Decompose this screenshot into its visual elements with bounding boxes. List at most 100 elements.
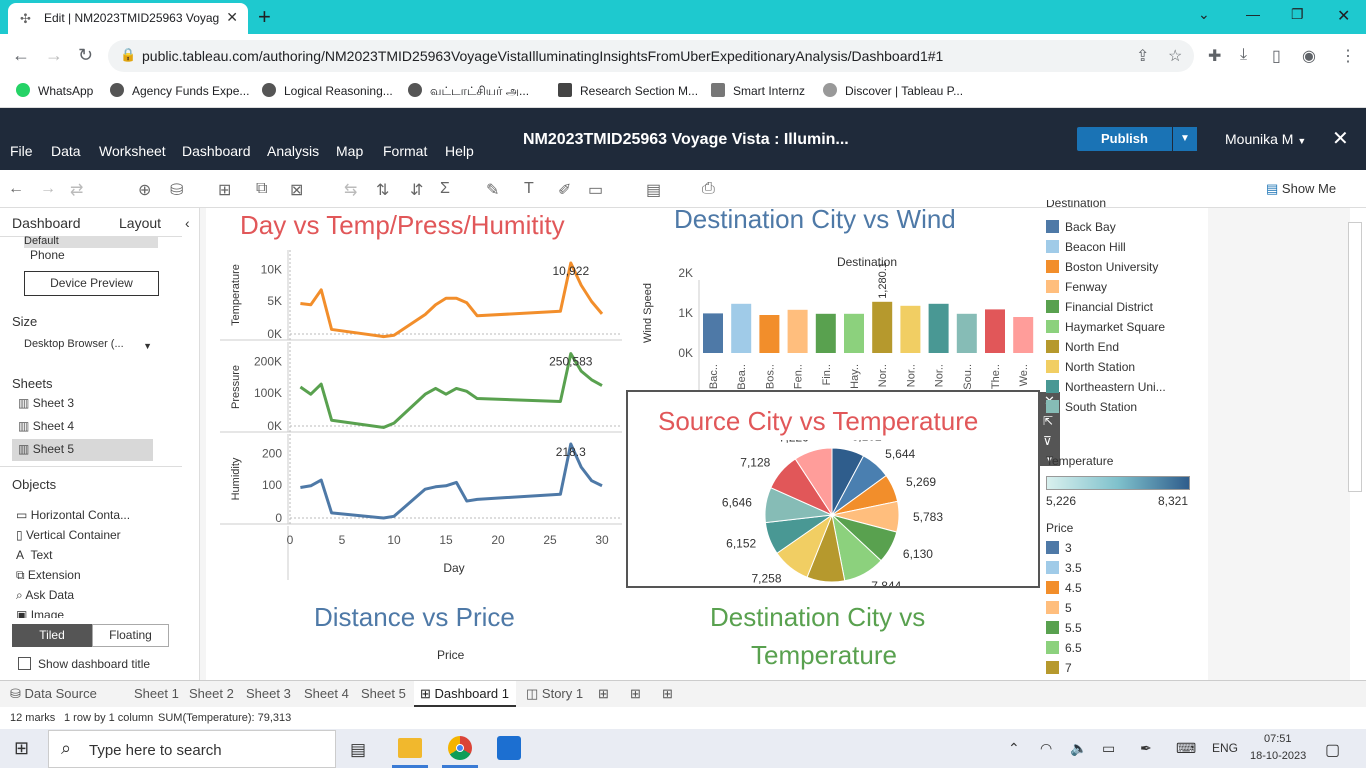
bookmark-star-icon[interactable]: ☆ bbox=[1168, 46, 1182, 66]
tab-sheet-5[interactable]: Sheet 5 bbox=[361, 686, 406, 701]
share-icon[interactable]: ⇪ bbox=[1136, 46, 1149, 66]
menu-file[interactable]: File bbox=[10, 143, 33, 159]
object-image[interactable]: ▣ Image bbox=[16, 608, 64, 618]
wifi-icon[interactable]: ◠ bbox=[1040, 740, 1052, 757]
text-label-icon[interactable]: T bbox=[524, 180, 534, 198]
menu-format[interactable]: Format bbox=[383, 143, 427, 159]
sort-asc-icon[interactable]: ⇅ bbox=[376, 180, 389, 200]
clock-date[interactable]: 18-10-2023 bbox=[1250, 750, 1306, 762]
forward-icon[interactable]: → bbox=[45, 45, 63, 66]
notification-icon[interactable]: ▢ bbox=[1325, 740, 1340, 760]
totals-icon[interactable]: Σ bbox=[440, 180, 450, 198]
photos-icon[interactable] bbox=[497, 736, 521, 760]
show-title-checkbox[interactable] bbox=[18, 657, 31, 670]
object-text[interactable]: A Text bbox=[16, 548, 52, 562]
clear-sheet-icon[interactable]: ⊠ bbox=[290, 180, 303, 200]
pen-icon[interactable]: ✒ bbox=[1140, 740, 1152, 757]
windows-start-icon[interactable]: ⊞ bbox=[14, 738, 29, 759]
collapse-sidebar-icon[interactable]: ‹ bbox=[185, 215, 190, 231]
volume-icon[interactable]: 🔈 bbox=[1070, 740, 1087, 757]
taskbar-search[interactable]: ⌕ Type here to search bbox=[48, 730, 336, 768]
dest-wind-bar-chart[interactable]: DestinationWind Speed2K1K0KBac.. Bea.. Bos… bbox=[636, 250, 1036, 390]
object-ask-data[interactable]: ⌕ Ask Data bbox=[16, 588, 74, 603]
tab-sheet-1[interactable]: Sheet 1 bbox=[134, 686, 179, 701]
canvas-scrollbar[interactable] bbox=[1348, 222, 1362, 492]
legend-item[interactable]: Boston University bbox=[1046, 260, 1158, 274]
duplicate-sheet-icon[interactable]: ⧉ bbox=[256, 180, 267, 198]
sheet-item-4[interactable]: ▥ Sheet 4 bbox=[18, 419, 74, 433]
legend-item[interactable]: South Station bbox=[1046, 400, 1137, 414]
device-preview-button[interactable]: Device Preview bbox=[24, 271, 159, 296]
legend-item[interactable]: Haymarket Square bbox=[1046, 320, 1165, 334]
tab-layout[interactable]: Layout bbox=[119, 215, 161, 231]
profile-icon[interactable]: ◉ bbox=[1302, 46, 1316, 66]
menu-help[interactable]: Help bbox=[445, 143, 474, 159]
close-authoring-icon[interactable]: ✕ bbox=[1332, 126, 1349, 151]
keyboard-icon[interactable]: ⌨ bbox=[1176, 740, 1196, 757]
replay-icon[interactable]: ⇄ bbox=[70, 180, 83, 200]
datasource-icon[interactable]: ⛁ bbox=[170, 180, 183, 200]
legend-item[interactable]: 5.5 bbox=[1046, 621, 1082, 635]
object-vertical-container[interactable]: ▯ Vertical Container bbox=[16, 528, 121, 542]
tab-story-1[interactable]: ◫ Story 1 bbox=[526, 686, 583, 702]
object-extension[interactable]: ⧉ Extension bbox=[16, 568, 81, 583]
legend-item[interactable]: Financial District bbox=[1046, 300, 1153, 314]
tab-sheet-2[interactable]: Sheet 2 bbox=[189, 686, 234, 701]
close-tab-icon[interactable]: ✕ bbox=[226, 9, 238, 26]
object-horizontal-container[interactable]: ▭ Horizontal Conta... bbox=[16, 508, 130, 522]
sheet-item-5[interactable]: ▥ Sheet 5 bbox=[18, 442, 74, 456]
legend-item[interactable]: 7 bbox=[1046, 661, 1072, 675]
back-icon[interactable]: ← bbox=[12, 45, 30, 66]
floating-button[interactable]: Floating bbox=[92, 624, 169, 647]
tab-search-icon[interactable]: ⌄ bbox=[1198, 6, 1210, 23]
highlight-icon[interactable]: ✎ bbox=[486, 180, 499, 200]
legend-item[interactable]: Fenway bbox=[1046, 280, 1107, 294]
source-temp-pie-chart[interactable]: 6,1025,6445,2695,7836,1307,8447,1377,258… bbox=[700, 440, 960, 586]
size-dropdown[interactable]: Desktop Browser (... ▼ bbox=[24, 338, 158, 358]
new-dashboard-icon[interactable]: ⊞ bbox=[630, 686, 641, 702]
swap-icon[interactable]: ⇆ bbox=[344, 180, 357, 200]
device-item-default[interactable]: Default bbox=[24, 236, 158, 248]
menu-data[interactable]: Data bbox=[51, 143, 81, 159]
sheet-item-3[interactable]: ▥ Sheet 3 bbox=[18, 396, 74, 410]
close-window-button[interactable]: ✕ bbox=[1337, 6, 1350, 26]
legend-item[interactable]: Back Bay bbox=[1046, 220, 1116, 234]
new-sheet-icon[interactable]: ⊞ bbox=[218, 180, 231, 200]
new-story-icon[interactable]: ⊞ bbox=[662, 686, 673, 702]
day-line-charts[interactable]: 10K 5K 0K Temperature 10,922 200K 100K 0K Pressu… bbox=[220, 250, 630, 580]
menu-analysis[interactable]: Analysis bbox=[267, 143, 319, 159]
annotate-icon[interactable]: ✐ bbox=[558, 180, 571, 200]
legend-item[interactable]: 3 bbox=[1046, 541, 1072, 555]
undo-icon[interactable]: ← bbox=[8, 180, 24, 198]
fit-icon[interactable]: ▭ bbox=[588, 180, 603, 200]
legend-item[interactable]: Beacon Hill bbox=[1046, 240, 1126, 254]
bookmark-agency-funds[interactable]: Agency Funds Expe... bbox=[110, 83, 249, 98]
publish-dropdown-icon[interactable]: ▼ bbox=[1173, 127, 1197, 151]
bookmark-tableau[interactable]: Discover | Tableau P... bbox=[823, 83, 963, 98]
bookmark-whatsapp[interactable]: WhatsApp bbox=[16, 83, 93, 98]
legend-item[interactable]: 6.5 bbox=[1046, 641, 1082, 655]
browser-tab[interactable]: ✣ Edit | NM2023TMID25963 Voyag ✕ bbox=[8, 3, 248, 34]
tab-dashboard-1[interactable]: ⊞ Dashboard 1 bbox=[420, 686, 509, 702]
new-worksheet-icon[interactable]: ⊞ bbox=[598, 686, 609, 702]
tiled-button[interactable]: Tiled bbox=[12, 624, 92, 647]
tray-chevron-icon[interactable]: ⌃ bbox=[1008, 740, 1020, 757]
tab-dashboard[interactable]: Dashboard bbox=[12, 215, 81, 231]
minimize-button[interactable]: — bbox=[1246, 6, 1260, 22]
legend-item[interactable]: Northeastern Uni... bbox=[1046, 380, 1166, 394]
menu-dashboard[interactable]: Dashboard bbox=[182, 143, 251, 159]
bookmark-research-section[interactable]: Research Section M... bbox=[558, 83, 698, 98]
publish-button[interactable]: Publish bbox=[1077, 127, 1172, 151]
restore-button[interactable]: ❐ bbox=[1291, 6, 1304, 23]
tab-data-source[interactable]: ⛁ Data Source bbox=[10, 686, 97, 702]
redo-icon[interactable]: → bbox=[40, 180, 56, 198]
show-cards-icon[interactable]: ▤ bbox=[646, 180, 661, 200]
omnibox[interactable]: 🔒 public.tableau.com/authoring/NM2023TMI… bbox=[108, 40, 1194, 72]
tab-sheet-4[interactable]: Sheet 4 bbox=[304, 686, 349, 701]
show-me-button[interactable]: ▤ Show Me bbox=[1266, 181, 1336, 197]
bookmark-logical-reasoning[interactable]: Logical Reasoning... bbox=[262, 83, 393, 98]
user-menu[interactable]: Mounika M ▼ bbox=[1225, 131, 1306, 147]
present-icon[interactable]: ⎙ bbox=[702, 180, 715, 198]
clock-time[interactable]: 07:51 bbox=[1264, 733, 1292, 745]
legend-item[interactable]: North End bbox=[1046, 340, 1119, 354]
